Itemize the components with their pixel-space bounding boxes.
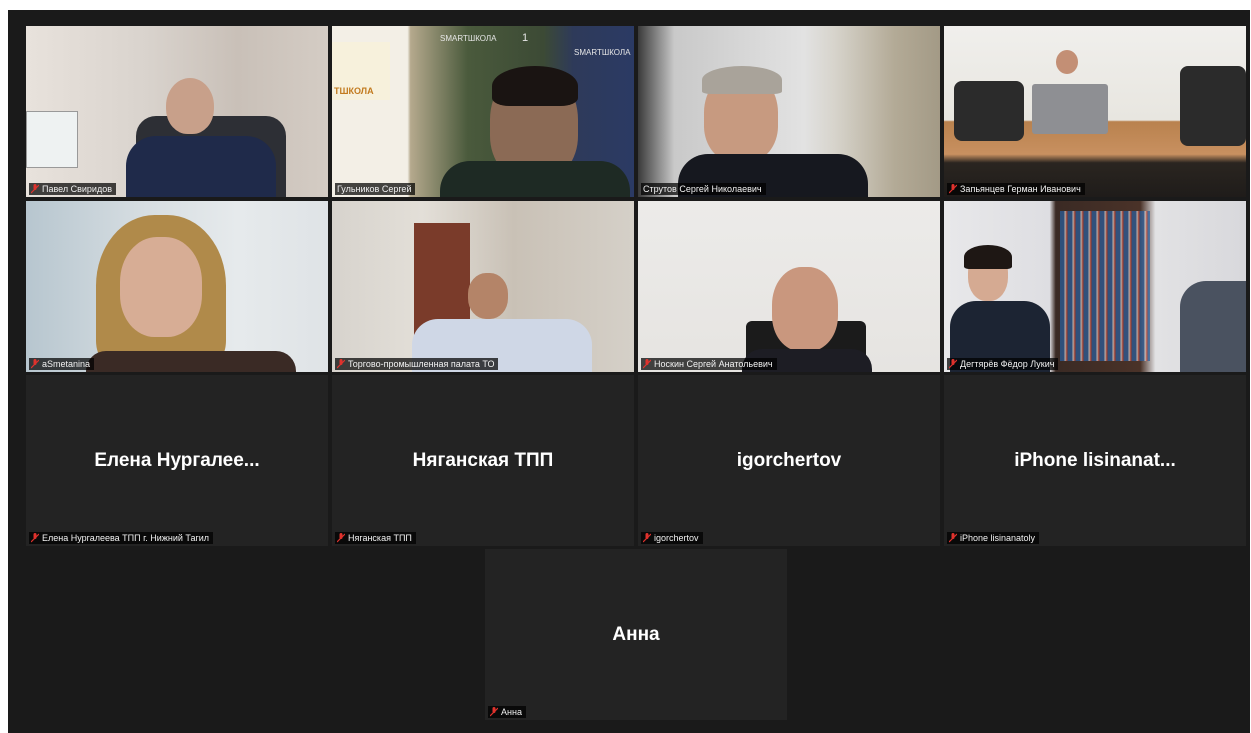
banner-text: SMARTШКОЛА (440, 34, 497, 43)
muted-mic-icon (949, 533, 957, 543)
participant-name-tag: Дегтярёв Фёдор Лукич (947, 358, 1059, 370)
participant-name: Торгово-промышленная палата ТО (348, 359, 495, 369)
monitor (26, 111, 78, 168)
banner-text: SMARTШКОЛА (574, 48, 631, 57)
participant-name-tag: Няганская ТПП (335, 532, 416, 544)
participant-name: Дегтярёв Фёдор Лукич (960, 359, 1055, 369)
participant-name-tag: aSmetanina (29, 358, 95, 370)
participant-name: aSmetanina (42, 359, 91, 369)
participant-tile[interactable]: Няганская ТПП Няганская ТПП (332, 375, 634, 546)
hair (492, 66, 578, 106)
participant-name: Павел Свиридов (42, 184, 112, 194)
muted-mic-icon (643, 533, 651, 543)
participant-name-tag: Носкин Сергей Анатольевич (641, 358, 777, 370)
participant-name: iPhone lisinanatoly (960, 533, 1036, 543)
participant-name: Елена Нургалеева ТПП г. Нижний Тагил (42, 533, 210, 543)
participant-name: Анна (501, 707, 522, 717)
video-grid: Павел Свиридов ТШКОЛА SMARTШКОЛА 1 SMART… (8, 10, 1250, 733)
person-side (1180, 281, 1246, 372)
participant-display-name: iPhone lisinanat... (1014, 449, 1176, 471)
participant-name: Няганская ТПП (348, 533, 412, 543)
participant-name: Струтов Сергей Николаевич (643, 184, 762, 194)
participant-name: Запьянцев Герман Иванович (960, 184, 1081, 194)
participant-tile[interactable]: Анна Анна (485, 549, 787, 720)
suit (126, 136, 276, 197)
participant-name: igorchertov (654, 533, 699, 543)
muted-mic-icon (490, 707, 498, 717)
participant-tile[interactable]: iPhone lisinanat... iPhone lisinanatoly (944, 375, 1246, 546)
participant-name-tag: Гульников Сергей (335, 183, 416, 195)
hair (964, 245, 1012, 269)
participant-tile[interactable]: Елена Нургалее... Елена Нургалеева ТПП г… (26, 375, 328, 546)
participant-name-tag: Павел Свиридов (29, 183, 116, 195)
participant-tile[interactable]: ТШКОЛА SMARTШКОЛА 1 SMARTШКОЛА Гульников… (332, 26, 634, 197)
muted-mic-icon (949, 359, 957, 369)
muted-mic-icon (31, 359, 39, 369)
bookshelf (1060, 211, 1150, 361)
muted-mic-icon (337, 359, 345, 369)
participant-tile-active-speaker[interactable]: Струтов Сергей Николаевич (638, 26, 940, 197)
muted-mic-icon (31, 184, 39, 194)
participant-name: Гульников Сергей (337, 184, 412, 194)
face (166, 78, 214, 134)
participant-tile[interactable]: aSmetanina (26, 201, 328, 372)
participant-display-name: igorchertov (736, 449, 842, 471)
jacket (440, 161, 630, 197)
participant-name-tag: Струтов Сергей Николаевич (641, 183, 766, 195)
laptop (1032, 84, 1108, 134)
face (468, 273, 508, 319)
muted-mic-icon (337, 533, 345, 543)
participant-tile[interactable]: Павел Свиридов (26, 26, 328, 197)
participant-name-tag: Елена Нургалеева ТПП г. Нижний Тагил (29, 532, 214, 544)
hair (702, 66, 782, 94)
chair (1180, 66, 1246, 146)
participant-tile[interactable]: Торгово-промышленная палата ТО (332, 201, 634, 372)
face (772, 267, 838, 351)
participant-tile[interactable]: igorchertov igorchertov (638, 375, 940, 546)
participant-name-tag: Торгово-промышленная палата ТО (335, 358, 499, 370)
face (1056, 50, 1078, 74)
chair (954, 81, 1024, 141)
banner-logo: ТШКОЛА (332, 42, 390, 100)
muted-mic-icon (31, 533, 39, 543)
participant-display-name: Няганская ТПП (412, 449, 554, 471)
participant-display-name: Елена Нургалее... (94, 449, 260, 471)
participant-tile[interactable]: Запьянцев Герман Иванович (944, 26, 1246, 197)
participant-name-tag: igorchertov (641, 532, 703, 544)
muted-mic-icon (949, 184, 957, 194)
banner-logo-text: ТШКОЛА (334, 86, 374, 96)
participant-name: Носкин Сергей Анатольевич (654, 359, 773, 369)
muted-mic-icon (643, 359, 651, 369)
participant-name-tag: Анна (488, 706, 526, 718)
participant-tile[interactable]: Носкин Сергей Анатольевич (638, 201, 940, 372)
participant-name-tag: iPhone lisinanatoly (947, 532, 1040, 544)
participant-name-tag: Запьянцев Герман Иванович (947, 183, 1085, 195)
participant-tile[interactable]: Дегтярёв Фёдор Лукич (944, 201, 1246, 372)
clothes (86, 351, 296, 372)
banner-number: 1 (522, 32, 529, 44)
participant-display-name: Анна (612, 623, 660, 645)
face (120, 237, 202, 337)
